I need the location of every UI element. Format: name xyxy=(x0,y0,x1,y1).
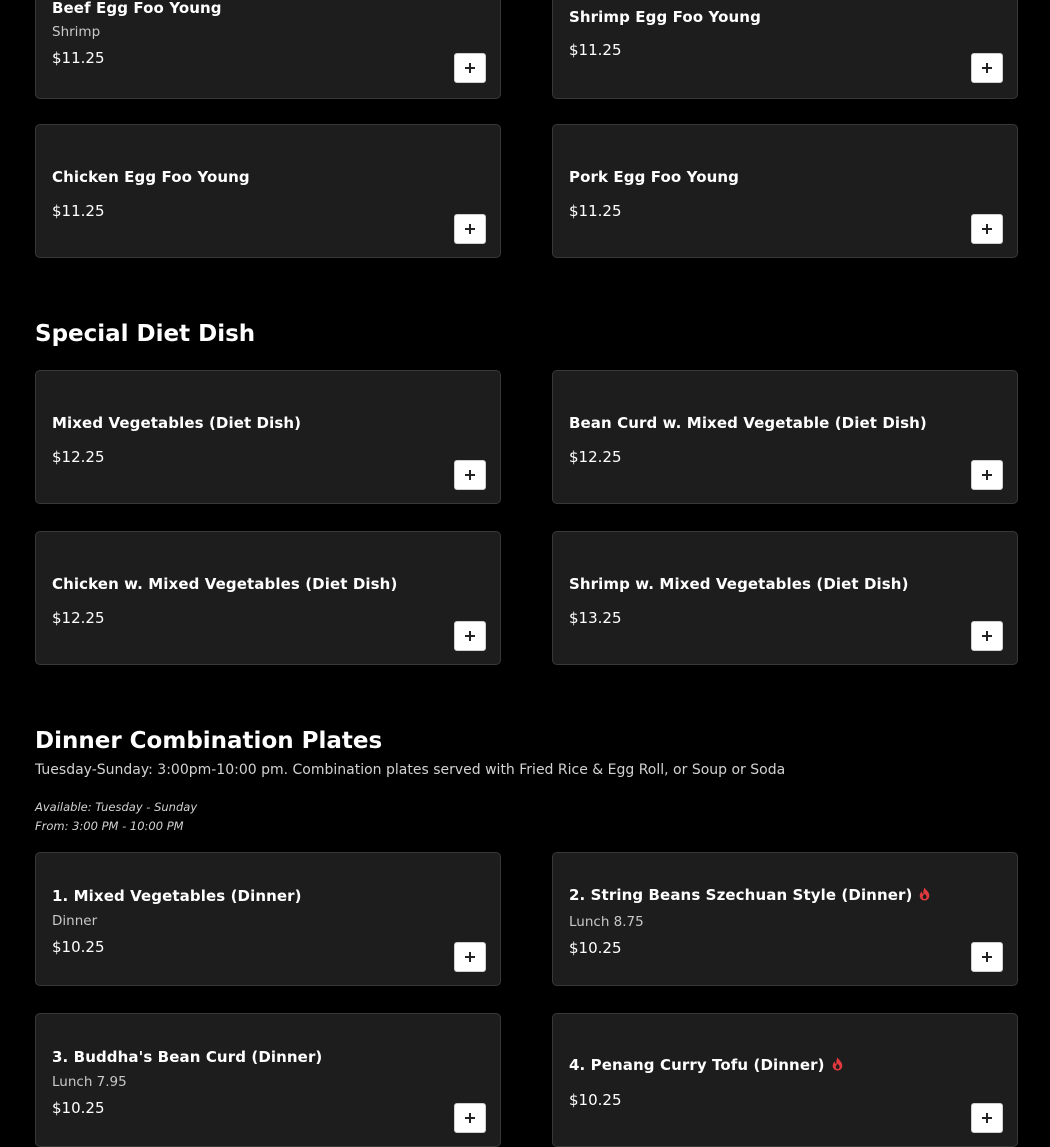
item-name: Chicken Egg Foo Young xyxy=(52,168,250,186)
section-title-dinner-combo: Dinner Combination Plates xyxy=(35,728,383,754)
item-name: 2. String Beans Szechuan Style (Dinner) xyxy=(569,886,913,904)
item-price: $12.25 xyxy=(52,609,105,627)
add-to-cart-button[interactable] xyxy=(454,53,486,83)
add-to-cart-button[interactable] xyxy=(971,214,1003,244)
add-to-cart-button[interactable] xyxy=(454,621,486,651)
item-price: $11.25 xyxy=(569,202,622,220)
item-name: Mixed Vegetables (Diet Dish) xyxy=(52,414,302,432)
item-name-row: 4. Penang Curry Tofu (Dinner) xyxy=(569,1056,844,1074)
item-subtitle: Dinner xyxy=(52,913,98,929)
menu-item-card[interactable]: Bean Curd w. Mixed Vegetable (Diet Dish)… xyxy=(552,370,1018,504)
menu-item-card[interactable]: Beef Egg Foo Young Shrimp $11.25 xyxy=(35,0,501,99)
add-to-cart-button[interactable] xyxy=(971,53,1003,83)
menu-item-card[interactable]: Chicken Egg Foo Young $11.25 xyxy=(35,124,501,258)
menu-item-card[interactable]: Chicken w. Mixed Vegetables (Diet Dish) … xyxy=(35,531,501,665)
item-name: Bean Curd w. Mixed Vegetable (Diet Dish) xyxy=(569,414,927,432)
item-subtitle: Lunch 7.95 xyxy=(52,1074,127,1090)
add-to-cart-button[interactable] xyxy=(971,1103,1003,1133)
add-to-cart-button[interactable] xyxy=(454,460,486,490)
item-price: $11.25 xyxy=(52,49,105,67)
menu-item-card[interactable]: 4. Penang Curry Tofu (Dinner) $10.25 xyxy=(552,1013,1018,1147)
add-to-cart-button[interactable] xyxy=(971,942,1003,972)
item-price: $12.25 xyxy=(52,448,105,466)
menu-item-card[interactable]: Shrimp Egg Foo Young $11.25 xyxy=(552,0,1018,99)
item-price: $10.25 xyxy=(52,1099,105,1117)
add-to-cart-button[interactable] xyxy=(454,214,486,244)
flame-icon xyxy=(920,887,930,901)
item-price: $12.25 xyxy=(569,448,622,466)
menu-item-card[interactable]: 3. Buddha's Bean Curd (Dinner) Lunch 7.9… xyxy=(35,1013,501,1147)
item-price: $10.25 xyxy=(569,939,622,957)
item-price: $13.25 xyxy=(569,609,622,627)
add-to-cart-button[interactable] xyxy=(454,1103,486,1133)
item-name: 1. Mixed Vegetables (Dinner) xyxy=(52,887,302,905)
item-price: $11.25 xyxy=(52,202,105,220)
item-price: $10.25 xyxy=(52,938,105,956)
item-name: Shrimp w. Mixed Vegetables (Diet Dish) xyxy=(569,575,909,593)
item-price: $10.25 xyxy=(569,1091,622,1109)
section-title-special-diet: Special Diet Dish xyxy=(35,321,256,347)
item-name: Pork Egg Foo Young xyxy=(569,168,739,186)
menu-item-card[interactable]: Shrimp w. Mixed Vegetables (Diet Dish) $… xyxy=(552,531,1018,665)
add-to-cart-button[interactable] xyxy=(971,621,1003,651)
menu-item-card[interactable]: 2. String Beans Szechuan Style (Dinner) … xyxy=(552,852,1018,986)
item-name: 3. Buddha's Bean Curd (Dinner) xyxy=(52,1048,323,1066)
section-description: Tuesday-Sunday: 3:00pm-10:00 pm. Combina… xyxy=(35,762,786,778)
item-subtitle: Lunch 8.75 xyxy=(569,914,644,930)
add-to-cart-button[interactable] xyxy=(971,460,1003,490)
item-name: 4. Penang Curry Tofu (Dinner) xyxy=(569,1056,825,1074)
item-name: Chicken w. Mixed Vegetables (Diet Dish) xyxy=(52,575,398,593)
menu-item-card[interactable]: Mixed Vegetables (Diet Dish) $12.25 xyxy=(35,370,501,504)
item-subtitle: Shrimp xyxy=(52,24,101,40)
item-name: Shrimp Egg Foo Young xyxy=(569,8,761,26)
flame-icon xyxy=(832,1057,842,1071)
item-price: $11.25 xyxy=(569,41,622,59)
item-name-row: 2. String Beans Szechuan Style (Dinner) xyxy=(569,886,931,904)
menu-item-card[interactable]: Pork Egg Foo Young $11.25 xyxy=(552,124,1018,258)
item-name: Beef Egg Foo Young xyxy=(52,0,222,17)
availability-days: Available: Tuesday - Sunday xyxy=(35,800,198,814)
availability-hours: From: 3:00 PM - 10:00 PM xyxy=(35,819,184,833)
menu-item-card[interactable]: 1. Mixed Vegetables (Dinner) Dinner $10.… xyxy=(35,852,501,986)
add-to-cart-button[interactable] xyxy=(454,942,486,972)
